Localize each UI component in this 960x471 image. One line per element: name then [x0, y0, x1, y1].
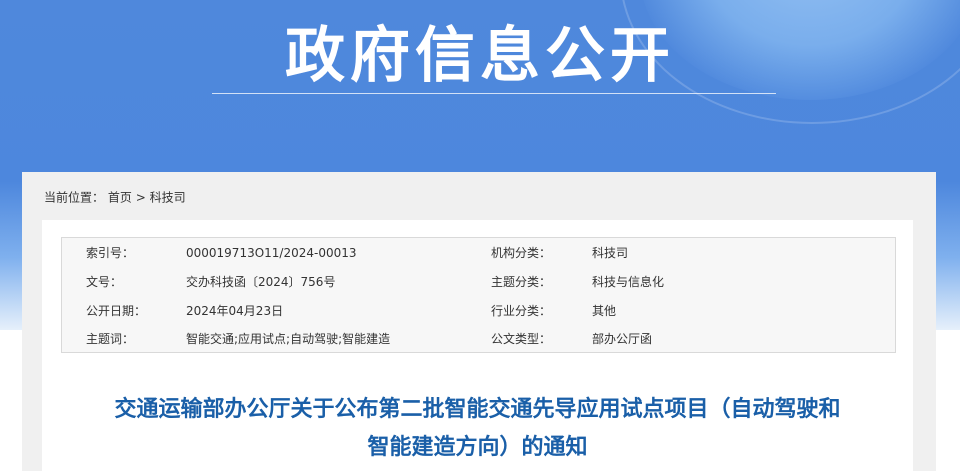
meta-label-industry: 行业分类：	[491, 304, 552, 318]
meta-value-topic: 科技与信息化	[592, 275, 665, 289]
meta-label-doctype: 公文类型：	[491, 332, 552, 346]
meta-value-agency: 科技司	[592, 246, 629, 260]
meta-label-date: 公开日期：	[86, 304, 147, 318]
breadcrumb-separator: >	[135, 190, 146, 205]
meta-label-topic: 主题分类：	[491, 275, 552, 289]
meta-value-index: 000019713O11/2024-00013	[186, 246, 357, 260]
document-title-line-2: 智能建造方向）的通知	[367, 435, 588, 460]
meta-value-doctype: 部办公厅函	[592, 332, 653, 346]
page-banner-title: 政府信息公开	[285, 21, 675, 91]
breadcrumb: 当前位置： 首页 > 科技司	[44, 188, 186, 207]
meta-value-industry: 其他	[592, 304, 617, 318]
breadcrumb-department-link[interactable]: 科技司	[150, 191, 186, 205]
meta-value-docno: 交办科技函〔2024〕756号	[186, 275, 336, 289]
meta-value-keywords: 智能交通;应用试点;自动驾驶;智能建造	[186, 332, 391, 346]
breadcrumb-home-link[interactable]: 首页	[108, 191, 132, 205]
banner-divider	[212, 93, 776, 94]
meta-label-index: 索引号：	[86, 246, 135, 260]
meta-value-date: 2024年04月23日	[186, 304, 284, 318]
meta-label-agency: 机构分类：	[491, 246, 552, 260]
meta-label-keywords: 主题词：	[86, 332, 135, 346]
meta-label-docno: 文号：	[86, 275, 123, 289]
document-title-line-1: 交通运输部办公厅关于公布第二批智能交通先导应用试点项目（自动驾驶和	[114, 397, 841, 422]
document-title: 交通运输部办公厅关于公布第二批智能交通先导应用试点项目（自动驾驶和 智能建造方向…	[42, 391, 913, 467]
breadcrumb-label: 当前位置：	[44, 190, 105, 205]
